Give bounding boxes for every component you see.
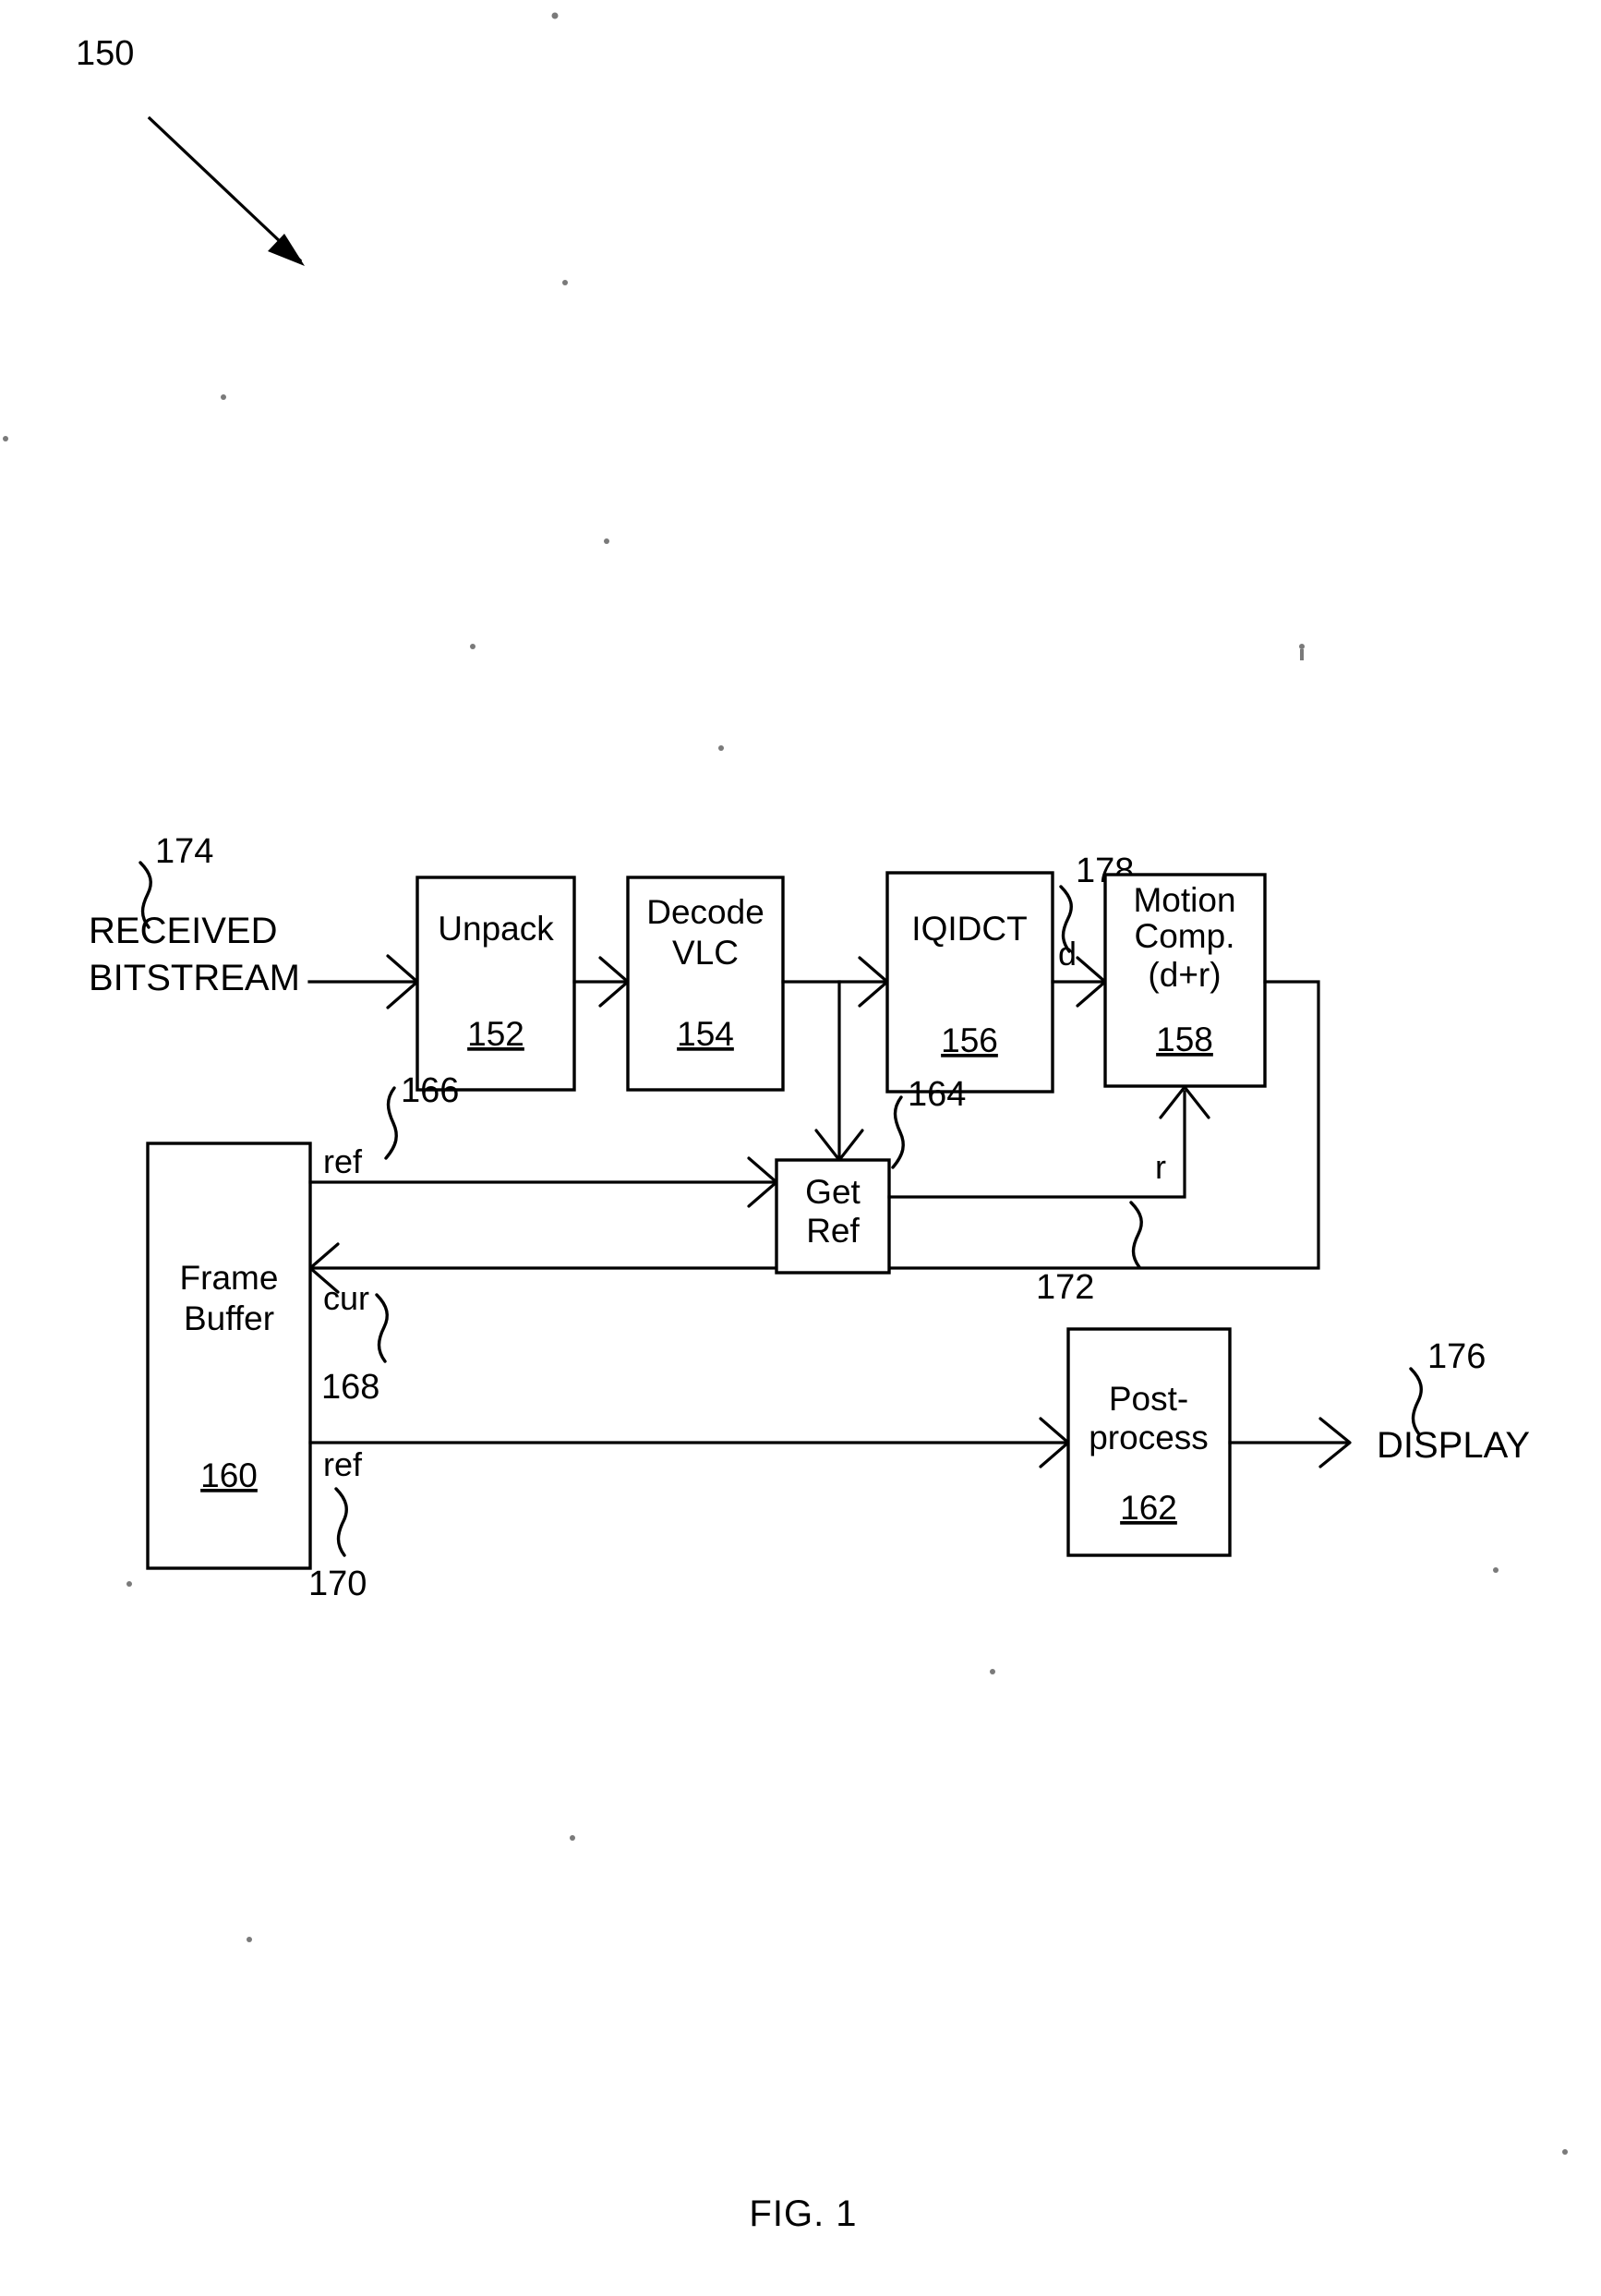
block-motion-label-line2: Comp. — [1135, 917, 1235, 955]
line-ref-lower — [308, 1417, 1070, 1468]
block-iqidct[interactable]: IQIDCT 156 — [885, 871, 1054, 1094]
scan-speckles — [3, 12, 1568, 2155]
block-iqidct-numeral: 156 — [941, 1021, 998, 1059]
block-diagram-figure: 150 174 RECEIVED BITSTREAM Unpack 152 De… — [3, 12, 1568, 2234]
block-unpack[interactable]: Unpack 152 — [415, 876, 576, 1092]
signal-label-ref-lower: ref — [323, 1445, 363, 1483]
input-label-line1: RECEIVED — [89, 911, 278, 951]
lead-tag-166: 166 — [401, 1071, 459, 1110]
block-frame-buffer[interactable]: Frame Buffer 160 — [146, 1142, 312, 1570]
block-motion-numeral: 158 — [1156, 1021, 1213, 1058]
lead-166 — [384, 1086, 398, 1160]
block-framebuffer-label-line2: Buffer — [184, 1299, 274, 1337]
lead-172 — [1129, 1201, 1143, 1269]
block-get-ref[interactable]: Get Ref — [775, 1158, 891, 1275]
system-tag-150: 150 — [76, 34, 134, 73]
arrow-unpack-to-decode — [572, 956, 630, 1008]
block-unpack-label: Unpack — [438, 910, 554, 948]
output-label-display: DISPLAY — [1377, 1425, 1530, 1466]
block-decode-label-line2: VLC — [672, 934, 739, 972]
lead-tag-172: 172 — [1036, 1268, 1094, 1307]
figure-caption: FIG. 1 — [749, 2193, 857, 2234]
system-lead-arrow — [147, 115, 305, 266]
block-unpack-numeral: 152 — [467, 1015, 524, 1053]
signal-label-cur: cur — [323, 1279, 369, 1317]
input-tag-174: 174 — [155, 832, 213, 871]
bus-decode-to-iqidct — [781, 956, 889, 1162]
block-framebuffer-numeral: 160 — [200, 1456, 258, 1494]
lead-170 — [334, 1487, 348, 1557]
arrow-input-to-unpack — [307, 954, 419, 1009]
arrow-postprocess-to-display — [1228, 1417, 1352, 1468]
lead-164 — [891, 1095, 905, 1169]
block-iqidct-label: IQIDCT — [911, 910, 1027, 948]
block-motion-label-line3: (d+r) — [1148, 956, 1221, 994]
block-postprocess-numeral: 162 — [1120, 1489, 1177, 1527]
block-decode-label-line1: Decode — [646, 893, 764, 931]
line-ref-upper — [308, 1156, 778, 1208]
block-post-process[interactable]: Post- process 162 — [1066, 1327, 1232, 1557]
signal-label-r: r — [1155, 1148, 1166, 1186]
output-tag-176: 176 — [1427, 1337, 1486, 1376]
block-postprocess-label-line1: Post- — [1109, 1380, 1188, 1418]
signal-label-d: d — [1058, 935, 1077, 973]
lead-tag-170: 170 — [308, 1565, 367, 1603]
block-postprocess-label-line2: process — [1089, 1419, 1209, 1456]
signal-label-ref-upper: ref — [323, 1142, 363, 1180]
block-motion-label-line1: Motion — [1133, 881, 1235, 919]
lead-tag-164: 164 — [908, 1075, 966, 1114]
block-decode-vlc[interactable]: Decode VLC 154 — [626, 876, 785, 1092]
block-getref-label-line1: Get — [805, 1173, 861, 1211]
block-framebuffer-label-line1: Frame — [180, 1259, 279, 1297]
block-decode-numeral: 154 — [677, 1015, 734, 1053]
block-motion-comp[interactable]: Motion Comp. (d+r) 158 — [1103, 873, 1267, 1088]
input-label-line2: BITSTREAM — [89, 958, 300, 998]
patent-figure-page: 150 174 RECEIVED BITSTREAM Unpack 152 De… — [0, 0, 1601, 2296]
lead-tag-168: 168 — [321, 1368, 379, 1407]
lead-168 — [375, 1293, 389, 1363]
block-getref-label-line2: Ref — [806, 1212, 860, 1250]
